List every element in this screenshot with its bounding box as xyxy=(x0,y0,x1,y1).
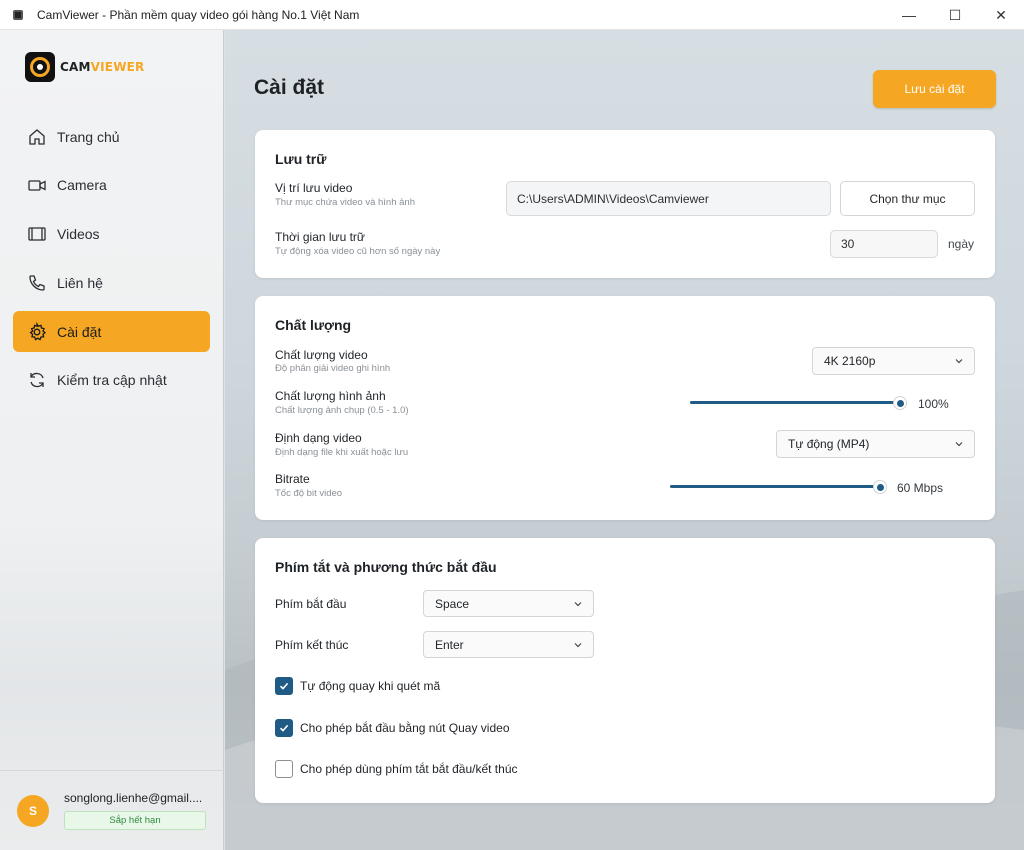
storage-location-label: Vị trí lưu video xyxy=(275,181,353,195)
phone-icon xyxy=(29,275,45,291)
sidebar-item-label: Kiểm tra cập nhật xyxy=(57,372,167,389)
chevron-down-icon xyxy=(574,642,582,647)
bitrate-slider[interactable] xyxy=(670,480,887,494)
sidebar-item-label: Camera xyxy=(57,177,107,194)
retention-unit-label: ngày xyxy=(948,237,975,251)
checkmark-icon xyxy=(279,682,289,690)
window-titlebar: CamViewer - Phần mềm quay video gói hàng… xyxy=(0,0,1024,30)
bitrate-description: Tốc độ bit video xyxy=(275,488,343,499)
video-quality-label: Chất lượng video xyxy=(275,348,368,362)
retention-label: Thời gian lưu trữ xyxy=(275,230,365,244)
shortcuts-settings-card: Phím tắt và phương thức bắt đầu Phím bắt… xyxy=(255,538,995,803)
end-key-label: Phím kết thúc xyxy=(275,638,349,652)
brand-name: CAMVIEWER xyxy=(60,60,145,74)
start-key-select[interactable]: Space xyxy=(423,590,594,617)
video-format-description: Định dạng file khi xuất hoặc lưu xyxy=(275,447,409,458)
storage-settings-card: Lưu trữ Vị trí lưu video Thư mục chứa vi… xyxy=(255,130,995,278)
gear-icon xyxy=(29,321,47,341)
retention-days-input[interactable]: 30 xyxy=(830,230,938,258)
brand-logo: CAMVIEWER xyxy=(25,52,144,82)
slider-track xyxy=(670,485,880,488)
chevron-down-icon xyxy=(955,359,963,364)
avatar[interactable]: S xyxy=(17,795,49,827)
camera-icon xyxy=(28,180,46,191)
sidebar: CAMVIEWER Trang chủ Camera Videos Liên h… xyxy=(0,30,224,850)
sidebar-item-label: Trang chủ xyxy=(57,128,120,145)
slider-thumb[interactable] xyxy=(873,480,887,494)
minimize-button[interactable]: — xyxy=(886,0,932,30)
start-with-record-button-option[interactable]: Cho phép bắt đầu bằng nút Quay video xyxy=(275,719,510,737)
sidebar-item-settings[interactable]: Cài đặt xyxy=(13,311,210,353)
checkmark-icon xyxy=(279,724,289,732)
storage-path-input[interactable]: C:\Users\ADMIN\Videos\Camviewer xyxy=(506,181,831,216)
retention-description: Tự động xóa video cũ hơn số ngày này xyxy=(275,246,441,257)
sidebar-item-contact[interactable]: Liên hệ xyxy=(13,262,210,303)
sidebar-item-check-update[interactable]: Kiểm tra cập nhật xyxy=(13,360,210,401)
sidebar-item-label: Videos xyxy=(57,226,100,243)
close-button[interactable]: ✕ xyxy=(978,0,1024,30)
video-quality-select[interactable]: 4K 2160p xyxy=(812,347,975,375)
section-title: Chất lượng xyxy=(275,317,352,333)
image-quality-value: 100% xyxy=(918,397,949,411)
image-quality-label: Chất lượng hình ảnh xyxy=(275,389,386,403)
video-quality-description: Độ phân giải video ghi hình xyxy=(275,363,391,374)
slider-thumb[interactable] xyxy=(893,396,907,410)
home-icon xyxy=(29,128,45,145)
choose-folder-button[interactable]: Chọn thư mục xyxy=(840,181,975,216)
end-key-value: Enter xyxy=(435,637,464,652)
sidebar-item-label: Liên hệ xyxy=(57,274,103,291)
user-panel: S songlong.lienhe@gmail.... Sắp hết hạn xyxy=(0,770,224,850)
start-key-value: Space xyxy=(435,596,470,611)
film-icon xyxy=(28,227,46,241)
sidebar-item-videos[interactable]: Videos xyxy=(13,214,210,255)
bitrate-value: 60 Mbps xyxy=(897,481,944,495)
quality-settings-card: Chất lượng Chất lượng video Độ phân giải… xyxy=(255,296,995,520)
refresh-icon xyxy=(30,373,44,388)
image-quality-description: Chất lượng ảnh chụp (0.5 - 1.0) xyxy=(275,405,409,416)
auto-record-on-scan-option[interactable]: Tự động quay khi quét mã xyxy=(275,677,440,695)
checkbox-label: Cho phép dùng phím tắt bắt đầu/kết thúc xyxy=(300,762,518,776)
end-key-select[interactable]: Enter xyxy=(423,631,594,658)
sidebar-item-label: Cài đặt xyxy=(57,323,102,340)
window-controls: — ☐ ✕ xyxy=(886,0,1024,30)
video-format-label: Định dạng video xyxy=(275,431,362,445)
user-email: songlong.lienhe@gmail.... xyxy=(64,791,203,805)
chevron-down-icon xyxy=(574,601,582,606)
main-content: Cài đặt Lưu cài đặt Lưu trữ Vị trí lưu v… xyxy=(225,30,1024,850)
checkbox-label: Tự động quay khi quét mã xyxy=(300,679,441,693)
section-title: Lưu trữ xyxy=(275,151,327,167)
save-settings-button[interactable]: Lưu cài đặt xyxy=(873,70,996,108)
sidebar-nav: Trang chủ Camera Videos Liên hệ Cài đặt … xyxy=(13,116,210,409)
video-format-value: Tự động (MP4) xyxy=(788,437,870,451)
section-title: Phím tắt và phương thức bắt đầu xyxy=(275,559,497,575)
slider-track xyxy=(690,401,900,404)
chevron-down-icon xyxy=(955,442,963,447)
hotkey-start-stop-option[interactable]: Cho phép dùng phím tắt bắt đầu/kết thúc xyxy=(275,760,518,778)
checkbox-label: Cho phép bắt đầu bằng nút Quay video xyxy=(300,721,510,735)
auto-record-checkbox[interactable] xyxy=(275,677,293,695)
camera-lens-logo-icon xyxy=(25,52,55,82)
sidebar-item-camera[interactable]: Camera xyxy=(13,165,210,206)
sidebar-item-home[interactable]: Trang chủ xyxy=(13,116,210,157)
window-title: CamViewer - Phần mềm quay video gói hàng… xyxy=(37,7,360,22)
page-title: Cài đặt xyxy=(254,76,325,99)
start-key-label: Phím bắt đầu xyxy=(275,597,347,611)
storage-location-description: Thư mục chứa video và hình ảnh xyxy=(275,197,415,208)
video-quality-value: 4K 2160p xyxy=(824,354,876,368)
subscription-status-badge: Sắp hết hạn xyxy=(64,811,206,830)
image-quality-slider[interactable] xyxy=(690,396,907,410)
hotkey-checkbox[interactable] xyxy=(275,760,293,778)
record-button-checkbox[interactable] xyxy=(275,719,293,737)
app-icon xyxy=(13,9,23,20)
maximize-button[interactable]: ☐ xyxy=(932,0,978,30)
bitrate-label: Bitrate xyxy=(275,472,310,486)
video-format-select[interactable]: Tự động (MP4) xyxy=(776,430,975,458)
